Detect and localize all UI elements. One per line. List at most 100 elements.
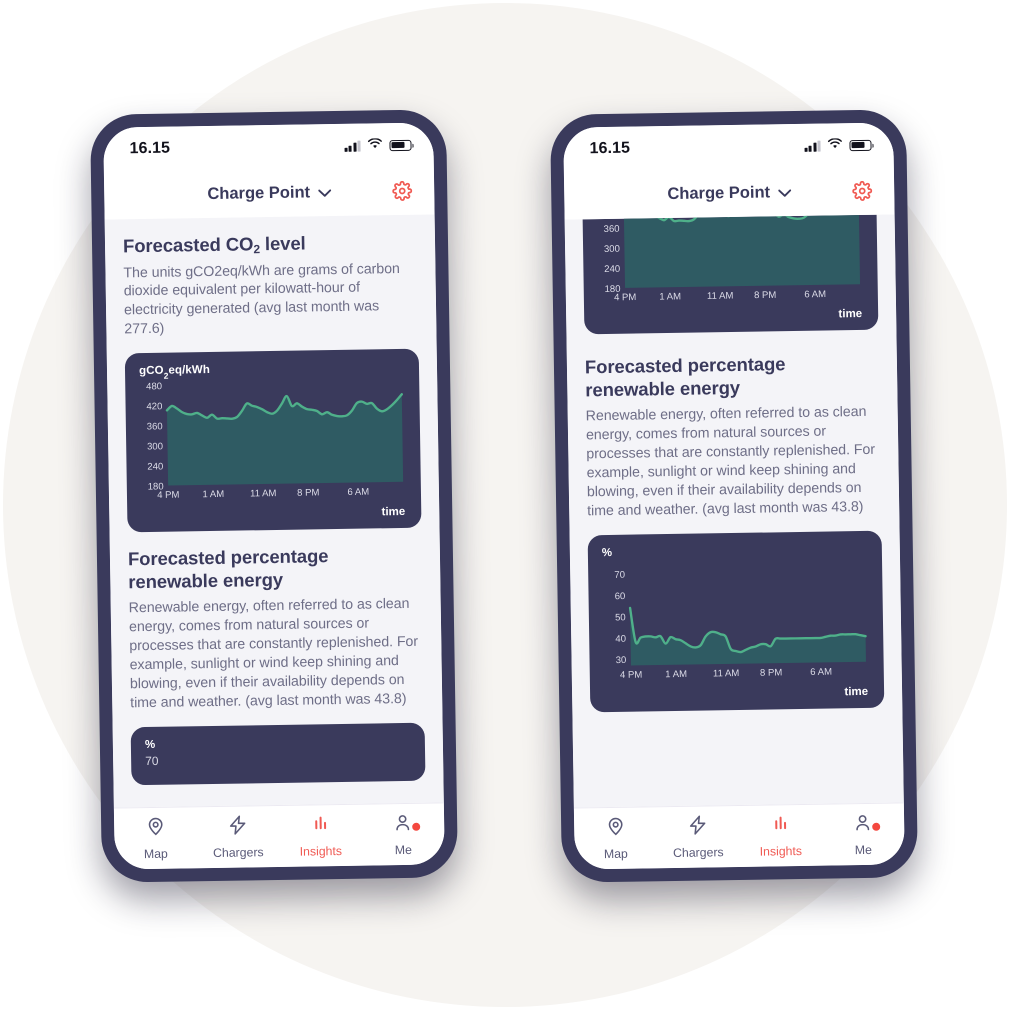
status-bar: 16.15 (103, 122, 434, 172)
svg-text:8 PM: 8 PM (754, 290, 777, 301)
svg-text:360: 360 (604, 224, 620, 235)
co2-title-subscript: 2 (253, 242, 261, 257)
phone-screen-right: 16.15 Charge Point 180 240 300 360 4 PM … (563, 122, 905, 870)
svg-text:6 AM: 6 AM (347, 487, 369, 498)
svg-text:60: 60 (615, 591, 626, 602)
wifi-icon (827, 136, 842, 154)
person-icon (852, 812, 873, 838)
svg-text:6 AM: 6 AM (804, 289, 826, 300)
me-notification-badge (411, 822, 421, 831)
bottom-tab-bar-right: Map Chargers Insights Me (573, 802, 905, 870)
renewable-chart-card-partial: % 70 (130, 722, 426, 785)
co2-chart-svg-scrolled: 1802403003604 PM 1 AM 11 AM 8 PM 6 AM (604, 214, 861, 303)
phone-mockup-right: 16.15 Charge Point 180 240 300 360 4 PM … (549, 109, 919, 883)
svg-text:300: 300 (147, 442, 163, 453)
charge-point-selector[interactable]: Charge Point (207, 183, 331, 204)
svg-text:420: 420 (146, 402, 162, 413)
svg-text:1 AM: 1 AM (665, 669, 687, 680)
poster-canvas: 16.15 Charge Point Forecasted CO2 level … (0, 0, 1010, 1010)
co2-chart-card: gCO2eq/kWh 180 240 300 360 420 480 4 PM 1 AM 11 … (124, 348, 422, 533)
tab-me-label: Me (854, 842, 872, 858)
co2-title-main: Forecasted CO (122, 233, 254, 257)
tab-me[interactable]: Me (821, 811, 904, 857)
renewable-chart-card: % 30 40 50 60 70 4 PM 1 AM 11 AM 8 PM 6 AM time (587, 530, 885, 712)
renewable-section-title-right: Forecasted percentage renewable energy (584, 353, 786, 401)
renewable-chart-xaxis-label: time (844, 685, 869, 698)
svg-text:11 AM: 11 AM (707, 291, 734, 302)
bar-chart-icon (310, 813, 331, 839)
svg-text:240: 240 (604, 264, 620, 275)
tab-map-label: Map (143, 846, 168, 862)
phone-mockup-left: 16.15 Charge Point Forecasted CO2 level … (89, 109, 459, 883)
svg-text:8 PM: 8 PM (760, 667, 783, 678)
co2-section-body: The units gCO2eq/kWh are grams of carbon… (123, 260, 400, 338)
co2-chart-xaxis-label: time (381, 506, 406, 519)
tab-insights-label: Insights (759, 843, 803, 859)
tab-chargers[interactable]: Chargers (657, 814, 740, 860)
chevron-down-icon (778, 183, 791, 202)
status-bar-right: 16.15 (563, 122, 894, 172)
svg-text:30: 30 (616, 655, 627, 666)
co2-chart-plot: 180 240 300 360 420 480 4 PM 1 AM 11 AM 8 PM 6 AM (139, 378, 407, 506)
tab-map[interactable]: Map (114, 815, 197, 861)
svg-text:360: 360 (147, 422, 163, 433)
svg-text:4 PM: 4 PM (157, 490, 180, 501)
tab-chargers-label: Chargers (672, 845, 724, 861)
renewable-chart-unit-label-right: % (601, 546, 613, 559)
svg-text:70: 70 (614, 569, 625, 580)
lightning-bolt-icon (227, 814, 248, 840)
svg-text:240: 240 (147, 462, 163, 473)
co2-chart-unit-label: gCO2eq/kWh (138, 361, 405, 382)
co2-title-tail: level (259, 232, 306, 255)
tab-chargers-label: Chargers (212, 845, 264, 861)
gear-icon[interactable] (852, 180, 873, 201)
status-time: 16.15 (129, 139, 171, 158)
me-notification-badge (871, 822, 881, 831)
battery-icon (389, 139, 412, 151)
co2-unit-main: gCO (138, 364, 164, 378)
charge-point-selector-right[interactable]: Charge Point (667, 183, 791, 204)
battery-icon (849, 139, 872, 151)
tab-insights[interactable]: Insights (279, 813, 362, 859)
svg-text:4 PM: 4 PM (614, 292, 637, 303)
status-icons (344, 136, 412, 155)
person-icon (392, 812, 413, 838)
gear-icon[interactable] (392, 180, 413, 201)
bottom-tab-bar-left: Map Chargers Insights Me (113, 802, 445, 870)
svg-text:1 AM: 1 AM (202, 489, 224, 500)
svg-text:40: 40 (615, 633, 626, 644)
app-header-right: Charge Point (563, 166, 895, 220)
renewable-chart-plot: 30 40 50 60 70 4 PM 1 AM 11 AM 8 PM 6 AM (602, 558, 870, 686)
tab-insights[interactable]: Insights (739, 813, 822, 859)
tab-me[interactable]: Me (361, 811, 444, 857)
status-time-right: 16.15 (589, 139, 631, 158)
map-pin-icon (605, 816, 626, 842)
tab-chargers[interactable]: Chargers (197, 814, 280, 860)
tab-map[interactable]: Map (574, 815, 657, 861)
renewable-section-title: Forecasted percentage renewable energy (127, 545, 329, 593)
svg-text:50: 50 (615, 612, 626, 623)
wifi-icon (367, 136, 382, 154)
tab-me-label: Me (394, 842, 412, 858)
co2-chart-svg: 1802403003604204804 PM 1 AM 11 AM 8 PM 6 AM (146, 382, 404, 501)
chevron-down-icon (318, 183, 331, 202)
app-title-label: Charge Point (667, 182, 771, 203)
signal-bars-icon (804, 140, 821, 152)
svg-text:480: 480 (146, 382, 162, 393)
renewable-partial-ytick: 70 (145, 753, 159, 768)
co2-chart-xaxis-label-scrolled: time (838, 308, 863, 321)
insights-scroll-right[interactable]: 180 240 300 360 4 PM 1 AM 11 AM 8 PM 6 AM time F… (564, 214, 904, 808)
app-title-label: Charge Point (207, 182, 311, 203)
svg-text:11 AM: 11 AM (713, 668, 740, 679)
co2-unit-subscript: 2 (163, 371, 169, 382)
bar-chart-icon (770, 813, 791, 839)
renewable-section-body: Renewable energy, often referred to as c… (128, 596, 419, 712)
renewable-chart-unit-label: % (144, 738, 156, 751)
tab-insights-label: Insights (299, 843, 343, 859)
tab-map-label: Map (603, 846, 628, 862)
renewable-chart-svg: 30 40 50 60 70 4 PM 1 AM 11 AM 8 PM 6 AM (614, 569, 867, 681)
insights-scroll-left[interactable]: Forecasted CO2 level The units gCO2eq/kW… (104, 214, 444, 808)
svg-text:300: 300 (604, 244, 620, 255)
lightning-bolt-icon (687, 814, 708, 840)
signal-bars-icon (344, 140, 361, 152)
